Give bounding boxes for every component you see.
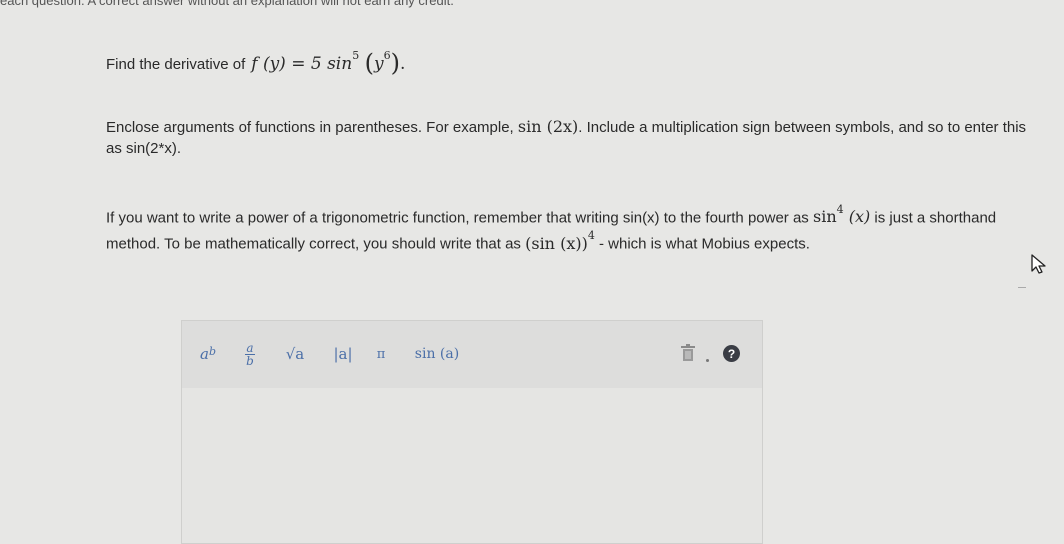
sqrt-button[interactable]: √a (280, 339, 310, 369)
separator-dot (706, 359, 709, 362)
pi-button[interactable]: π (372, 339, 390, 369)
example-sin-correct: (sin (x))4 (525, 229, 595, 253)
example-sin-2x: sin (2x) (517, 117, 579, 136)
math-editor-toolbar: ab a b √a |a| π sin (a) (181, 320, 763, 390)
instruction-paragraph-1: Enclose arguments of functions in parent… (106, 117, 1027, 157)
divider-mark (1018, 287, 1026, 288)
help-icon[interactable]: ? (723, 345, 740, 362)
example-sin-power: sin4 (x) (812, 203, 871, 227)
power-button[interactable]: ab (196, 339, 220, 369)
fraction-button[interactable]: a b (240, 339, 260, 369)
instruction-paragraph-2: If you want to write a power of a trigon… (106, 203, 997, 253)
question-prefix: Find the derivative of (106, 56, 246, 73)
mouse-cursor-icon (1031, 254, 1046, 274)
question-prompt: Find the derivative of f (y) = 5 sin5 (y… (106, 47, 406, 77)
abs-value-button[interactable]: |a| (332, 339, 354, 369)
trash-icon[interactable] (680, 344, 696, 362)
sin-button[interactable]: sin (a) (410, 339, 464, 369)
instruction-note: each question. A correct answer without … (0, 0, 454, 8)
question-function: f (y) = 5 sin5 (y6). (251, 49, 406, 77)
math-answer-input[interactable] (181, 388, 763, 544)
